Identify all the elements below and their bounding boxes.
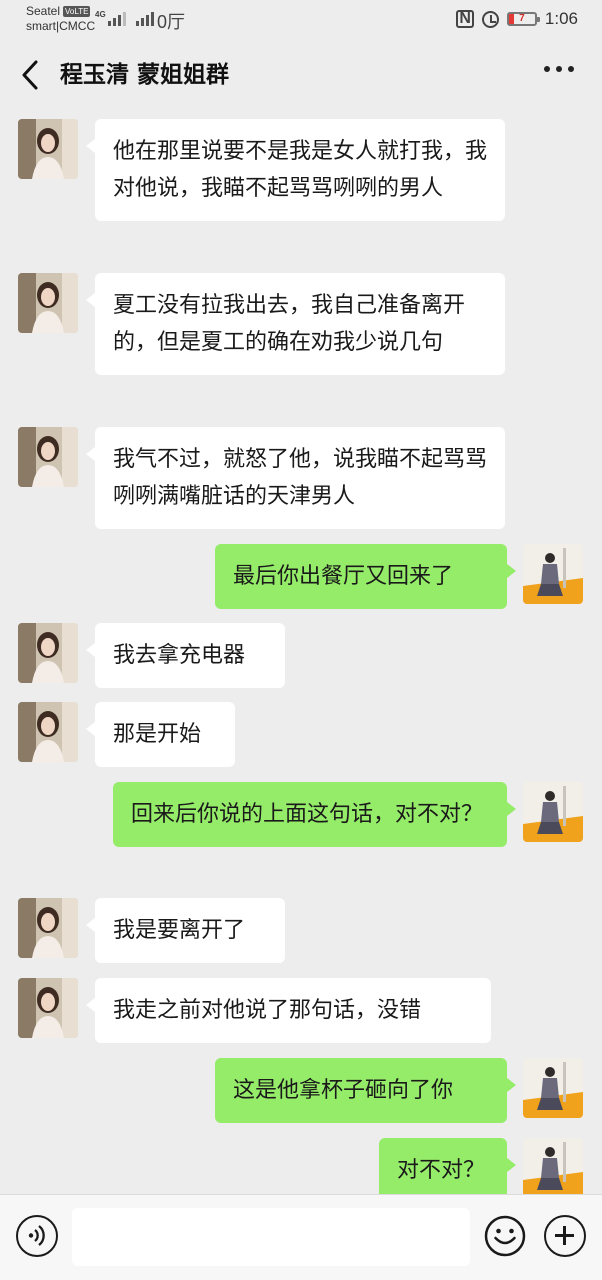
carrier-top: Seatel [26, 4, 61, 18]
sender-avatar[interactable] [18, 702, 78, 762]
network-speed: 0厅 [157, 12, 186, 32]
outgoing-message[interactable]: 这是他拿杯子砸向了你 [215, 1058, 516, 1123]
outgoing-message[interactable]: 对不对？ [379, 1138, 516, 1194]
outgoing-message[interactable]: 回来后你说的上面这句话，对不对？ [113, 782, 516, 847]
clock: 1:06 [544, 9, 578, 28]
sender-avatar[interactable] [18, 898, 78, 958]
message-input[interactable] [72, 1208, 470, 1266]
more-button[interactable] [544, 66, 574, 72]
signal-icon [108, 10, 126, 26]
my-avatar[interactable] [523, 782, 583, 842]
emoji-icon [484, 1215, 526, 1257]
incoming-message[interactable]: 我走之前对他说了那句话，没错 [86, 978, 491, 1043]
incoming-message[interactable]: 我去拿充电器 [86, 623, 285, 688]
network-type: 4G [95, 10, 106, 19]
carrier-info: Seatel VoLTE smart|CMCC [26, 4, 95, 34]
input-bar [0, 1194, 602, 1280]
sender-avatar[interactable] [18, 273, 78, 333]
outgoing-message[interactable]: 最后你出餐厅又回来了 [215, 544, 516, 609]
chat-title: 程玉清 蒙姐姐群 [60, 62, 230, 88]
sender-avatar[interactable] [18, 427, 78, 487]
carrier-bottom: smart|CMCC [26, 19, 96, 33]
plus-button[interactable] [544, 1215, 586, 1257]
sender-avatar[interactable] [18, 119, 78, 179]
my-avatar[interactable] [523, 1138, 583, 1194]
sender-avatar[interactable] [18, 978, 78, 1038]
incoming-message[interactable]: 我气不过，就怒了他，说我瞄不起骂骂咧咧满嘴脏话的天津男人 [86, 427, 505, 529]
signal-icon-2 [136, 10, 154, 26]
nfc-icon: N [456, 10, 474, 28]
chevron-left-icon [22, 60, 38, 90]
back-button[interactable] [18, 58, 46, 92]
voice-button[interactable] [16, 1215, 58, 1257]
volte-badge: VoLTE [63, 6, 91, 17]
status-bar: Seatel VoLTE smart|CMCC 4G 0厅 N 7 1:06 [0, 0, 602, 42]
message-list[interactable]: 他在那里说要不是我是女人就打我，我对他说，我瞄不起骂骂咧咧的男人 夏工没有拉我出去… [0, 108, 602, 1194]
my-avatar[interactable] [523, 1058, 583, 1118]
more-icon [544, 66, 550, 72]
incoming-message[interactable]: 那是开始 [86, 702, 235, 767]
battery-icon: 7 [506, 12, 540, 26]
incoming-message[interactable]: 我是要离开了 [86, 898, 285, 963]
alarm-icon [481, 10, 499, 28]
my-avatar[interactable] [523, 544, 583, 604]
chat-header: 程玉清 蒙姐姐群 [0, 42, 602, 108]
incoming-message[interactable]: 夏工没有拉我出去，我自己准备离开的，但是夏工的确在劝我少说几句 [86, 273, 505, 375]
emoji-button[interactable] [484, 1215, 526, 1257]
voice-icon [28, 1225, 45, 1246]
incoming-message[interactable]: 他在那里说要不是我是女人就打我，我对他说，我瞄不起骂骂咧咧的男人 [86, 119, 505, 221]
sender-avatar[interactable] [18, 623, 78, 683]
